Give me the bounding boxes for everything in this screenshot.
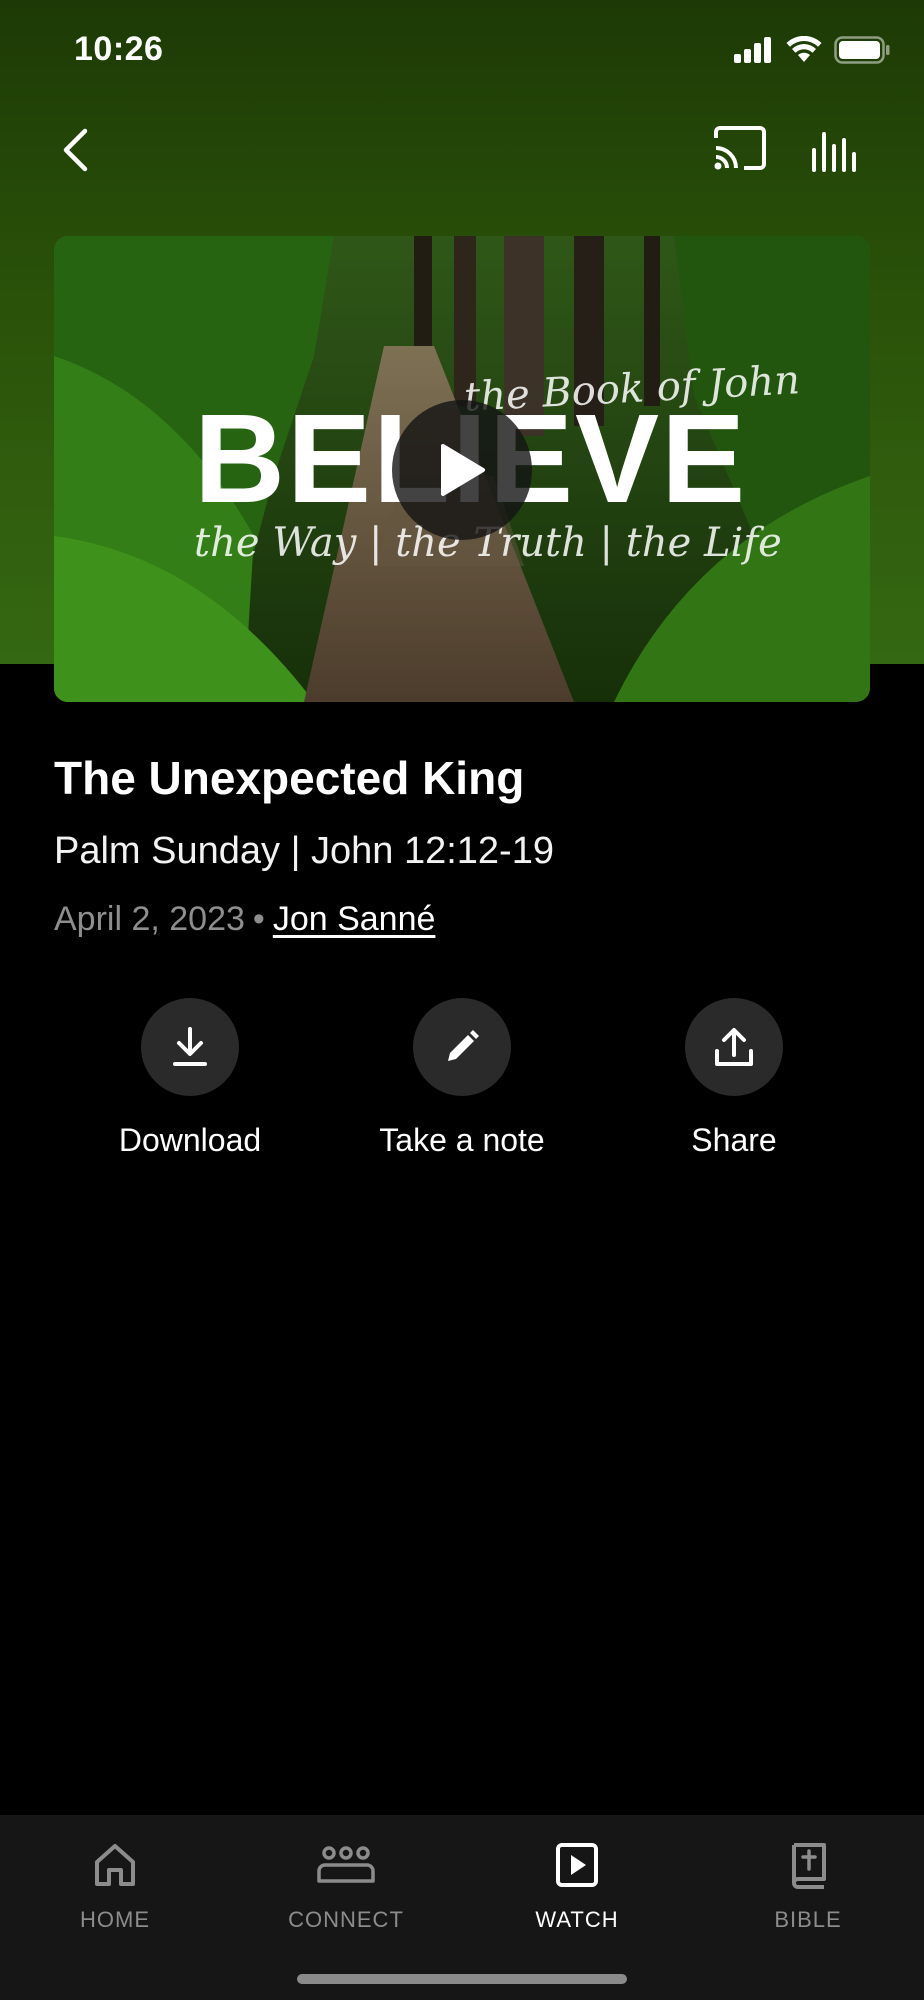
status-bar: 10:26 — [0, 0, 924, 100]
take-note-circle — [413, 998, 511, 1096]
cast-icon — [714, 126, 766, 170]
share-label: Share — [691, 1122, 777, 1158]
tab-home-label: HOME — [80, 1907, 150, 1932]
pencil-icon — [448, 1030, 479, 1061]
audio-bars-icon — [812, 132, 856, 172]
bible-icon — [792, 1843, 826, 1889]
download-icon — [173, 1027, 207, 1066]
tab-connect-label: CONNECT — [288, 1907, 404, 1932]
share-circle — [685, 998, 783, 1096]
sermon-meta: April 2, 2023 • Jon Sanné — [54, 896, 870, 942]
home-icon — [95, 1844, 135, 1886]
home-indicator — [297, 1974, 627, 1984]
tab-home[interactable]: HOME — [15, 1835, 215, 1933]
tab-connect[interactable]: CONNECT — [246, 1835, 446, 1933]
status-icons — [734, 36, 890, 64]
tab-bible[interactable]: BIBLE — [708, 1835, 908, 1933]
share-button[interactable]: Share — [614, 998, 854, 1159]
author-link[interactable]: Jon Sanné — [273, 900, 436, 938]
download-circle — [141, 998, 239, 1096]
chevron-left-icon — [63, 128, 88, 172]
take-note-label: Take a note — [379, 1122, 545, 1158]
battery-icon — [834, 36, 890, 64]
audio-button[interactable] — [808, 124, 864, 176]
play-icon — [441, 444, 485, 496]
meta-separator: • — [252, 900, 265, 938]
tab-bar: HOME CONNECT WATCH BIBLE — [0, 1815, 924, 2000]
sermon-subtitle: Palm Sunday | John 12:12-19 — [54, 830, 554, 872]
share-icon — [715, 1028, 753, 1066]
play-button[interactable] — [392, 400, 532, 540]
sermon-date: April 2, 2023 — [54, 900, 245, 938]
tab-bible-label: BIBLE — [774, 1907, 842, 1932]
take-note-button[interactable]: Take a note — [342, 998, 582, 1159]
people-icon — [317, 1846, 375, 1883]
video-player[interactable]: the Book of John BELIEVE the Way | the T… — [54, 236, 870, 702]
back-button[interactable] — [50, 120, 100, 180]
tab-watch-label: WATCH — [535, 1907, 619, 1932]
action-row: Download Take a note Share — [0, 998, 924, 1168]
wifi-icon — [786, 36, 822, 62]
download-button[interactable]: Download — [70, 998, 310, 1159]
tab-watch[interactable]: WATCH — [477, 1835, 677, 1933]
sermon-title: The Unexpected King — [54, 752, 525, 804]
sermon-info: The Unexpected King Palm Sunday | John 1… — [54, 748, 870, 942]
nav-header — [0, 110, 924, 190]
status-time: 10:26 — [74, 30, 164, 68]
play-square-icon — [556, 1843, 598, 1887]
cellular-signal-icon — [734, 37, 771, 63]
cast-button[interactable] — [712, 124, 768, 176]
download-label: Download — [118, 1122, 262, 1158]
